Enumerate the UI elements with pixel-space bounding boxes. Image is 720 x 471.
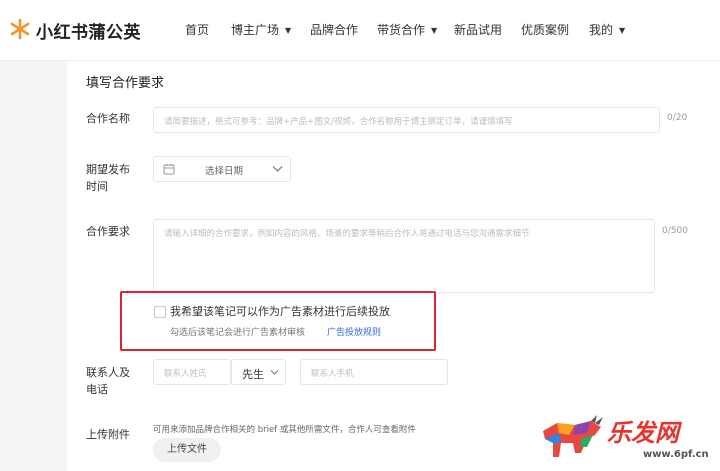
ad-option-checkbox[interactable] xyxy=(154,306,166,318)
cooperation-name-placeholder: 请简要描述，格式可参考：品牌+产品+图文/视频，合作名称用于博主绑定订单，请谨慎… xyxy=(164,117,513,127)
watermark: 乐发网 www.6pf.cn xyxy=(535,405,720,471)
publish-date-picker[interactable]: 选择日期 xyxy=(153,156,291,182)
contact-phone-placeholder: 联系人手机 xyxy=(311,369,354,379)
requirements-label: 合作要求 xyxy=(86,225,130,238)
ad-option-hint: 勾选后该笔记会进行广告素材审核 xyxy=(170,328,306,338)
nav-item-new-product-trial[interactable]: 新品试用 xyxy=(454,0,502,60)
contact-phone-input[interactable]: 联系人手机 xyxy=(300,359,448,385)
chevron-down-icon: ▼ xyxy=(285,25,292,35)
upload-label: 上传附件 xyxy=(86,428,130,441)
nav-item-quality-cases[interactable]: 优质案例 xyxy=(521,0,569,60)
cooperation-name-counter: 0/20 xyxy=(667,113,688,123)
contact-title-select[interactable]: 先生 xyxy=(231,359,286,385)
contact-name-input[interactable]: 联系人姓氏 xyxy=(153,359,231,385)
nav-item-mine[interactable]: 我的 ▼ xyxy=(589,0,625,60)
nav-item-sales-cooperation[interactable]: 带货合作 ▼ xyxy=(377,0,437,60)
nav-item-home[interactable]: 首页 xyxy=(185,0,209,60)
publish-date-placeholder: 选择日期 xyxy=(205,166,244,177)
ad-option-label[interactable]: 我希望该笔记可以作为广告素材进行后续投放 xyxy=(170,303,390,319)
chevron-down-icon xyxy=(272,166,283,172)
upload-file-button[interactable]: 上传文件 xyxy=(153,438,221,462)
nav-item-brand-cooperation[interactable]: 品牌合作 xyxy=(310,0,358,60)
form-title: 填写合作要求 xyxy=(86,76,165,91)
top-navigation-bar: 小红书蒲公英 首页 博主广场 ▼ 品牌合作 带货合作 ▼ 新品试用 优质案例 我的 ▼ xyxy=(0,0,720,61)
chevron-down-icon xyxy=(270,370,279,375)
ad-rules-link[interactable]: 广告投放规则 xyxy=(327,325,381,338)
chevron-down-icon: ▼ xyxy=(619,25,626,35)
upload-hint: 可用来添加品牌合作相关的 brief 或其他所需文件，合作人可查看附件 xyxy=(153,425,416,435)
watermark-url: www.6pf.cn xyxy=(643,449,709,460)
logo-icon xyxy=(10,18,30,40)
requirements-placeholder: 请输入详细的合作要求，例如内容的风格、场景的要求等稍后合作人将通过电话与您沟通需… xyxy=(164,229,530,239)
ad-option-highlight-box xyxy=(120,291,436,351)
contact-label: 联系人及 电话 xyxy=(86,366,130,396)
cooperation-name-label: 合作名称 xyxy=(86,112,130,125)
watermark-text: 乐发网 xyxy=(607,419,679,447)
publish-date-label: 期望发布 时间 xyxy=(86,163,130,193)
contact-name-placeholder: 联系人姓氏 xyxy=(164,369,207,379)
chevron-down-icon: ▼ xyxy=(431,25,438,35)
brand-name[interactable]: 小红书蒲公英 xyxy=(36,18,141,43)
contact-title-value: 先生 xyxy=(242,368,264,381)
calendar-icon xyxy=(163,164,175,175)
nav-item-creator-plaza[interactable]: 博主广场 ▼ xyxy=(231,0,291,60)
requirements-counter: 0/500 xyxy=(662,226,688,236)
cooperation-name-input[interactable]: 请简要描述，格式可参考：品牌+产品+图文/视频，合作名称用于博主绑定订单，请谨慎… xyxy=(153,107,660,133)
watermark-bull-icon xyxy=(543,415,603,457)
requirements-textarea[interactable]: 请输入详细的合作要求，例如内容的风格、场景的要求等稍后合作人将通过电话与您沟通需… xyxy=(153,219,655,293)
